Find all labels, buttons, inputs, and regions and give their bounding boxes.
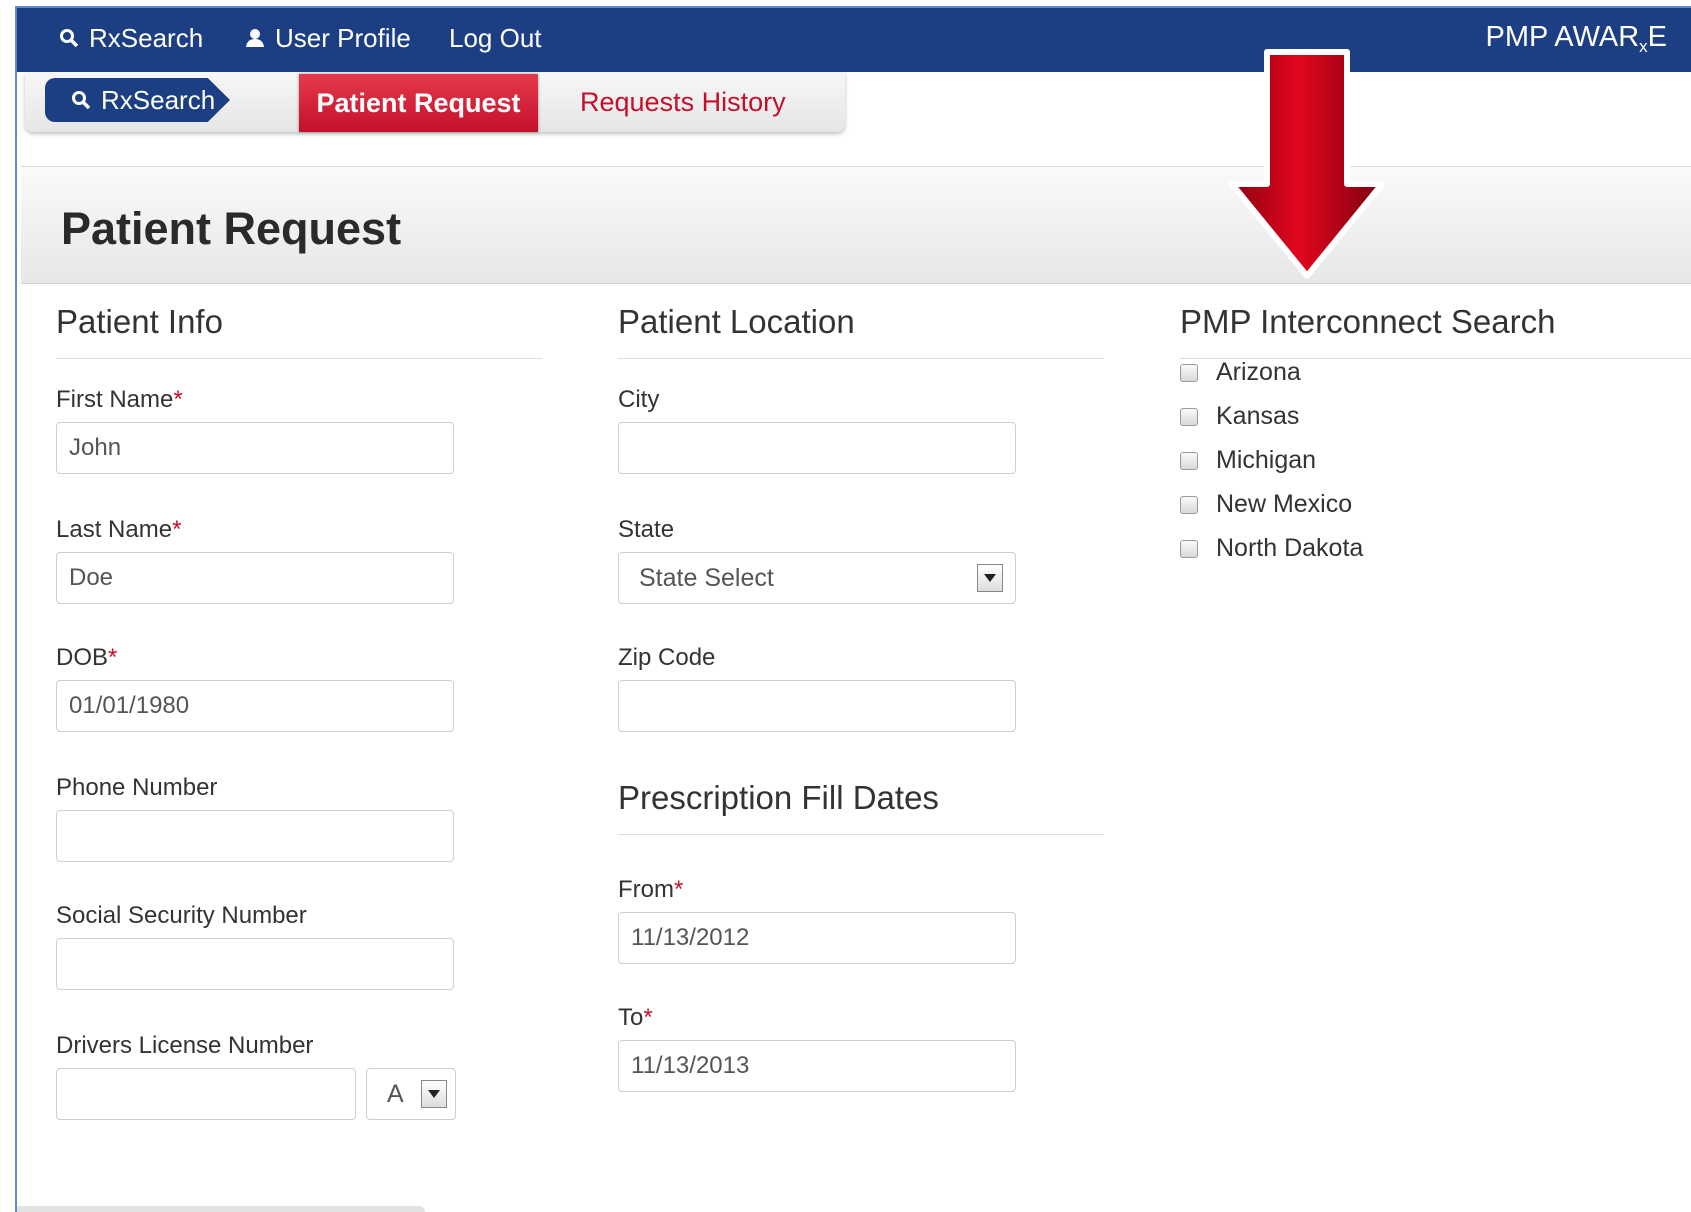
state-checkbox-kansas[interactable]: Kansas: [1180, 402, 1299, 431]
city-field[interactable]: [618, 422, 1016, 474]
nav-rxsearch-link[interactable]: RxSearch: [59, 21, 203, 55]
checkbox-label: Arizona: [1216, 358, 1301, 386]
dob-field[interactable]: 01/01/1980: [56, 680, 454, 732]
nav-user-profile-label: User Profile: [275, 23, 411, 53]
search-icon: [72, 91, 91, 110]
red-down-arrow-icon: [1229, 49, 1385, 279]
drivers-license-label: Drivers License Number: [56, 1032, 314, 1059]
checkbox-label: New Mexico: [1216, 490, 1353, 518]
interconnect-search-section: PMP Interconnect Search Arizona Kansas M…: [1180, 302, 1691, 702]
checkbox[interactable]: [1180, 495, 1198, 514]
sub-nav: RxSearch Patient Request Requests Histor…: [25, 72, 845, 132]
from-date-field[interactable]: 11/13/2012: [618, 912, 1016, 964]
nav-user-profile-link[interactable]: User Profile: [245, 21, 411, 55]
ssn-label: Social Security Number: [56, 902, 307, 929]
breadcrumb-rxsearch[interactable]: RxSearch: [45, 78, 230, 122]
brand-logo-text: PMP AWARxE: [1485, 21, 1667, 56]
patient-location-heading: Patient Location: [618, 303, 855, 340]
app-frame: RxSearch User Profile Log Out PMP AWARxE…: [15, 6, 1691, 1212]
patient-location-section: Patient Location City State State Select…: [618, 302, 1104, 1182]
city-label: City: [618, 386, 660, 413]
to-date-label: To*: [618, 1004, 653, 1031]
patient-info-heading: Patient Info: [56, 303, 223, 340]
state-checkbox-michigan[interactable]: Michigan: [1180, 446, 1316, 475]
nav-rxsearch-label: RxSearch: [89, 23, 204, 53]
checkbox-label: Michigan: [1216, 446, 1317, 474]
user-icon: [246, 29, 264, 47]
phone-number-label: Phone Number: [56, 774, 218, 801]
checkbox-label: Kansas: [1216, 402, 1300, 430]
page-header: Patient Request: [21, 166, 1691, 284]
page-title: Patient Request: [61, 203, 402, 254]
patient-info-section: Patient Info First Name* John Last Name*…: [56, 302, 542, 1182]
last-name-label: Last Name*: [56, 516, 182, 543]
zip-code-field[interactable]: [618, 680, 1016, 732]
tab-requests-history[interactable]: Requests History: [580, 80, 786, 124]
nav-log-out-link[interactable]: Log Out: [449, 21, 542, 55]
drivers-license-field[interactable]: [56, 1068, 356, 1120]
horizontal-scrollbar[interactable]: [17, 1206, 425, 1212]
fill-dates-section: Prescription Fill Dates: [618, 778, 1104, 835]
section-divider: [618, 358, 1104, 359]
nav-log-out-label: Log Out: [449, 23, 542, 53]
tab-patient-request[interactable]: Patient Request: [299, 74, 538, 132]
state-select[interactable]: State Select: [618, 552, 1016, 604]
ssn-field[interactable]: [56, 938, 454, 990]
dl-state-value: A: [387, 1080, 404, 1108]
search-icon: [60, 29, 79, 48]
checkbox[interactable]: [1180, 407, 1198, 426]
fill-dates-heading: Prescription Fill Dates: [618, 779, 939, 816]
state-label: State: [618, 516, 675, 543]
state-checkbox-north-dakota[interactable]: North Dakota: [1180, 534, 1363, 563]
checkbox-label: North Dakota: [1216, 534, 1364, 562]
section-divider: [56, 358, 542, 359]
first-name-field[interactable]: John: [56, 422, 454, 474]
from-date-label: From*: [618, 876, 684, 903]
dob-label: DOB*: [56, 644, 118, 671]
breadcrumb-label: RxSearch: [101, 84, 216, 115]
chevron-down-icon[interactable]: [421, 1080, 447, 1108]
checkbox[interactable]: [1180, 451, 1198, 470]
checkbox[interactable]: [1180, 363, 1198, 382]
drivers-license-state-select[interactable]: A: [366, 1068, 456, 1120]
section-divider: [618, 834, 1104, 835]
zip-code-label: Zip Code: [618, 644, 716, 671]
state-checkbox-new-mexico[interactable]: New Mexico: [1180, 490, 1352, 519]
chevron-down-icon[interactable]: [977, 564, 1003, 592]
phone-number-field[interactable]: [56, 810, 454, 862]
state-checkbox-arizona[interactable]: Arizona: [1180, 358, 1301, 387]
first-name-label: First Name*: [56, 386, 183, 413]
state-select-value: State Select: [639, 564, 774, 592]
last-name-field[interactable]: Doe: [56, 552, 454, 604]
interconnect-heading: PMP Interconnect Search: [1180, 303, 1556, 340]
checkbox[interactable]: [1180, 539, 1198, 558]
top-nav-bar: RxSearch User Profile Log Out PMP AWARxE: [17, 8, 1691, 72]
to-date-field[interactable]: 11/13/2013: [618, 1040, 1016, 1092]
